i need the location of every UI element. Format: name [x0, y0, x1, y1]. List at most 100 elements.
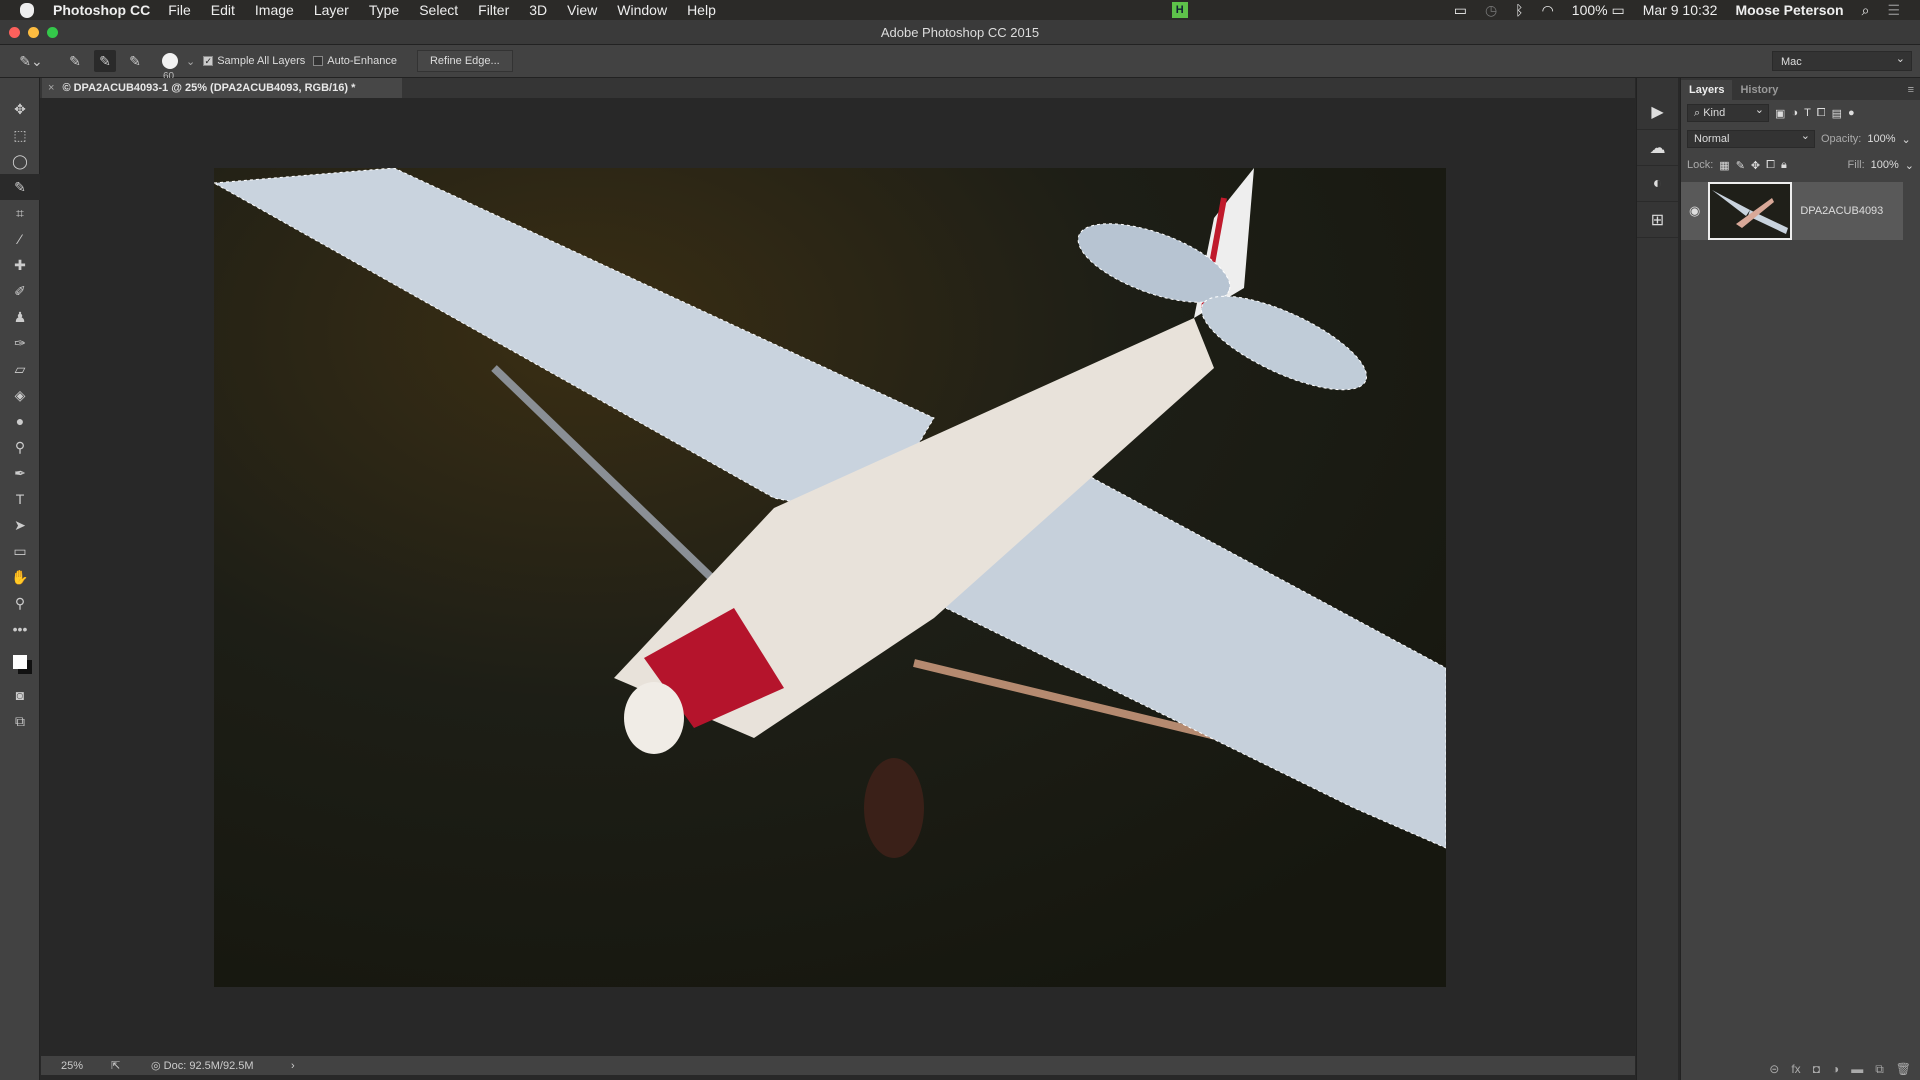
- user-name[interactable]: Moose Peterson: [1735, 2, 1843, 18]
- healing-brush-icon[interactable]: ✚: [0, 252, 40, 278]
- close-window-button[interactable]: [9, 27, 20, 38]
- visibility-eye-icon[interactable]: ◉: [1689, 203, 1700, 219]
- properties-icon[interactable]: ⊞: [1637, 202, 1678, 238]
- menu-help[interactable]: Help: [687, 2, 716, 18]
- time-machine-icon[interactable]: ◷: [1485, 2, 1497, 19]
- subtract-from-selection-icon[interactable]: ✎: [124, 50, 146, 72]
- layer-name[interactable]: DPA2ACUB4093: [1800, 205, 1883, 217]
- apple-icon[interactable]: [20, 2, 34, 18]
- pen-tool-icon[interactable]: ✒: [0, 460, 40, 486]
- new-selection-icon[interactable]: ✎: [64, 50, 86, 72]
- adjustments-icon[interactable]: ◐: [1637, 166, 1678, 202]
- sample-all-layers-checkbox[interactable]: ✓ Sample All Layers: [203, 55, 305, 67]
- adjustment-filter-icon[interactable]: ◑: [1791, 107, 1798, 119]
- blur-tool-icon[interactable]: ●: [0, 408, 40, 434]
- creative-cloud-icon[interactable]: ☁: [1637, 130, 1678, 166]
- close-tab-icon[interactable]: ×: [48, 82, 54, 94]
- menu-image[interactable]: Image: [255, 2, 294, 18]
- new-adjustment-icon[interactable]: ◑: [1832, 1062, 1839, 1076]
- shape-filter-icon[interactable]: ⧠: [1817, 107, 1826, 120]
- menu-edit[interactable]: Edit: [211, 2, 235, 18]
- play-icon[interactable]: ▶: [1637, 94, 1678, 130]
- menu-select[interactable]: Select: [419, 2, 458, 18]
- document-image[interactable]: [214, 168, 1446, 987]
- rectangle-tool-icon[interactable]: ▭: [0, 538, 40, 564]
- screen-mode-icon[interactable]: ⧉: [0, 708, 40, 734]
- quick-mask-icon[interactable]: ◙: [0, 682, 40, 708]
- menu-type[interactable]: Type: [369, 2, 399, 18]
- share-icon[interactable]: ⇱: [111, 1059, 151, 1072]
- smart-object-filter-icon[interactable]: ▤: [1832, 107, 1842, 120]
- minimize-window-button[interactable]: [28, 27, 39, 38]
- zoom-window-button[interactable]: [47, 27, 58, 38]
- pixel-filter-icon[interactable]: ▣: [1775, 107, 1785, 120]
- chevron-down-icon[interactable]: ⌄: [1905, 159, 1914, 172]
- delete-layer-icon[interactable]: 🗑︎: [1896, 1062, 1911, 1076]
- blend-mode-select[interactable]: Normal: [1687, 128, 1815, 148]
- eraser-tool-icon[interactable]: ▱: [0, 356, 40, 382]
- status-app-icon[interactable]: H: [1171, 2, 1188, 18]
- menu-3d[interactable]: 3D: [529, 2, 547, 18]
- notification-center-icon[interactable]: ☰: [1887, 2, 1900, 19]
- menu-layer[interactable]: Layer: [314, 2, 349, 18]
- lock-artboard-icon[interactable]: ⧠: [1766, 159, 1775, 172]
- auto-enhance-checkbox[interactable]: Auto-Enhance: [313, 55, 397, 67]
- menu-filter[interactable]: Filter: [478, 2, 509, 18]
- new-group-icon[interactable]: ▬: [1851, 1062, 1863, 1076]
- marquee-tool-icon[interactable]: ⬚: [0, 122, 40, 148]
- quick-selection-tool-icon[interactable]: ✎: [0, 174, 40, 200]
- canvas-area[interactable]: [41, 98, 1635, 1056]
- clock[interactable]: Mar 9 10:32: [1643, 2, 1718, 18]
- clone-stamp-icon[interactable]: ♟: [0, 304, 40, 330]
- app-menu[interactable]: Photoshop CC: [53, 2, 150, 18]
- panel-menu-icon[interactable]: ≡: [1902, 80, 1920, 100]
- layer-row[interactable]: ◉ DPA2ACUB4093: [1681, 182, 1903, 240]
- opacity-input[interactable]: 100%: [1867, 133, 1895, 145]
- lock-position-icon[interactable]: ✥: [1751, 159, 1760, 172]
- refine-edge-button[interactable]: Refine Edge...: [416, 50, 513, 72]
- move-tool-icon[interactable]: ✥: [0, 96, 40, 122]
- more-tools-icon[interactable]: •••: [0, 616, 40, 642]
- dodge-tool-icon[interactable]: ⚲: [0, 434, 40, 460]
- lock-transparency-icon[interactable]: ▦: [1719, 159, 1729, 172]
- menu-file[interactable]: File: [168, 2, 191, 18]
- menu-window[interactable]: Window: [617, 2, 667, 18]
- lasso-tool-icon[interactable]: ◯: [0, 148, 40, 174]
- tab-history[interactable]: History: [1732, 80, 1786, 100]
- tool-preset-picker[interactable]: ✎⌄: [19, 50, 42, 72]
- history-brush-icon[interactable]: ✑: [0, 330, 40, 356]
- brush-tool-icon[interactable]: ✐: [0, 278, 40, 304]
- document-tab[interactable]: × © DPA2ACUB4093-1 @ 25% (DPA2ACUB4093, R…: [42, 78, 402, 98]
- add-mask-icon[interactable]: ◘: [1813, 1062, 1820, 1076]
- battery-status[interactable]: 100% ▭: [1572, 2, 1625, 19]
- link-layers-icon[interactable]: ⊝: [1769, 1062, 1779, 1076]
- menu-view[interactable]: View: [567, 2, 597, 18]
- workspace-select[interactable]: Mac: [1772, 49, 1912, 71]
- hand-tool-icon[interactable]: ✋: [0, 564, 40, 590]
- type-filter-icon[interactable]: T: [1804, 107, 1811, 119]
- lock-all-icon[interactable]: 🔒︎: [1781, 159, 1787, 172]
- new-layer-icon[interactable]: ⧉: [1875, 1062, 1884, 1077]
- zoom-level[interactable]: 25%: [61, 1060, 111, 1072]
- type-tool-icon[interactable]: T: [0, 486, 40, 512]
- chevron-down-icon[interactable]: ⌄: [1902, 133, 1911, 146]
- zoom-tool-icon[interactable]: ⚲: [0, 590, 40, 616]
- status-menu-arrow[interactable]: ›: [291, 1060, 295, 1072]
- add-to-selection-icon[interactable]: ✎: [94, 50, 116, 72]
- lock-pixels-icon[interactable]: ✎: [1736, 159, 1745, 172]
- tab-layers[interactable]: Layers: [1681, 80, 1733, 100]
- chevron-down-icon[interactable]: ⌄: [186, 55, 195, 68]
- bluetooth-icon[interactable]: ᛒ: [1515, 2, 1523, 18]
- wifi-icon[interactable]: ◠: [1542, 2, 1554, 19]
- layer-filter-select[interactable]: ⌕ Kind: [1687, 102, 1769, 122]
- fill-input[interactable]: 100%: [1871, 159, 1899, 171]
- brush-picker[interactable]: 60: [162, 53, 178, 82]
- fx-icon[interactable]: fx: [1791, 1062, 1800, 1076]
- crop-tool-icon[interactable]: ⌗: [0, 200, 40, 226]
- spotlight-icon[interactable]: ⌕: [1862, 2, 1870, 19]
- eyedropper-tool-icon[interactable]: ⁄: [0, 226, 40, 252]
- filter-toggle[interactable]: ●: [1848, 107, 1855, 119]
- paint-bucket-icon[interactable]: ◈: [0, 382, 40, 408]
- airplay-icon[interactable]: ▭: [1454, 2, 1467, 19]
- path-selection-icon[interactable]: ➤: [0, 512, 40, 538]
